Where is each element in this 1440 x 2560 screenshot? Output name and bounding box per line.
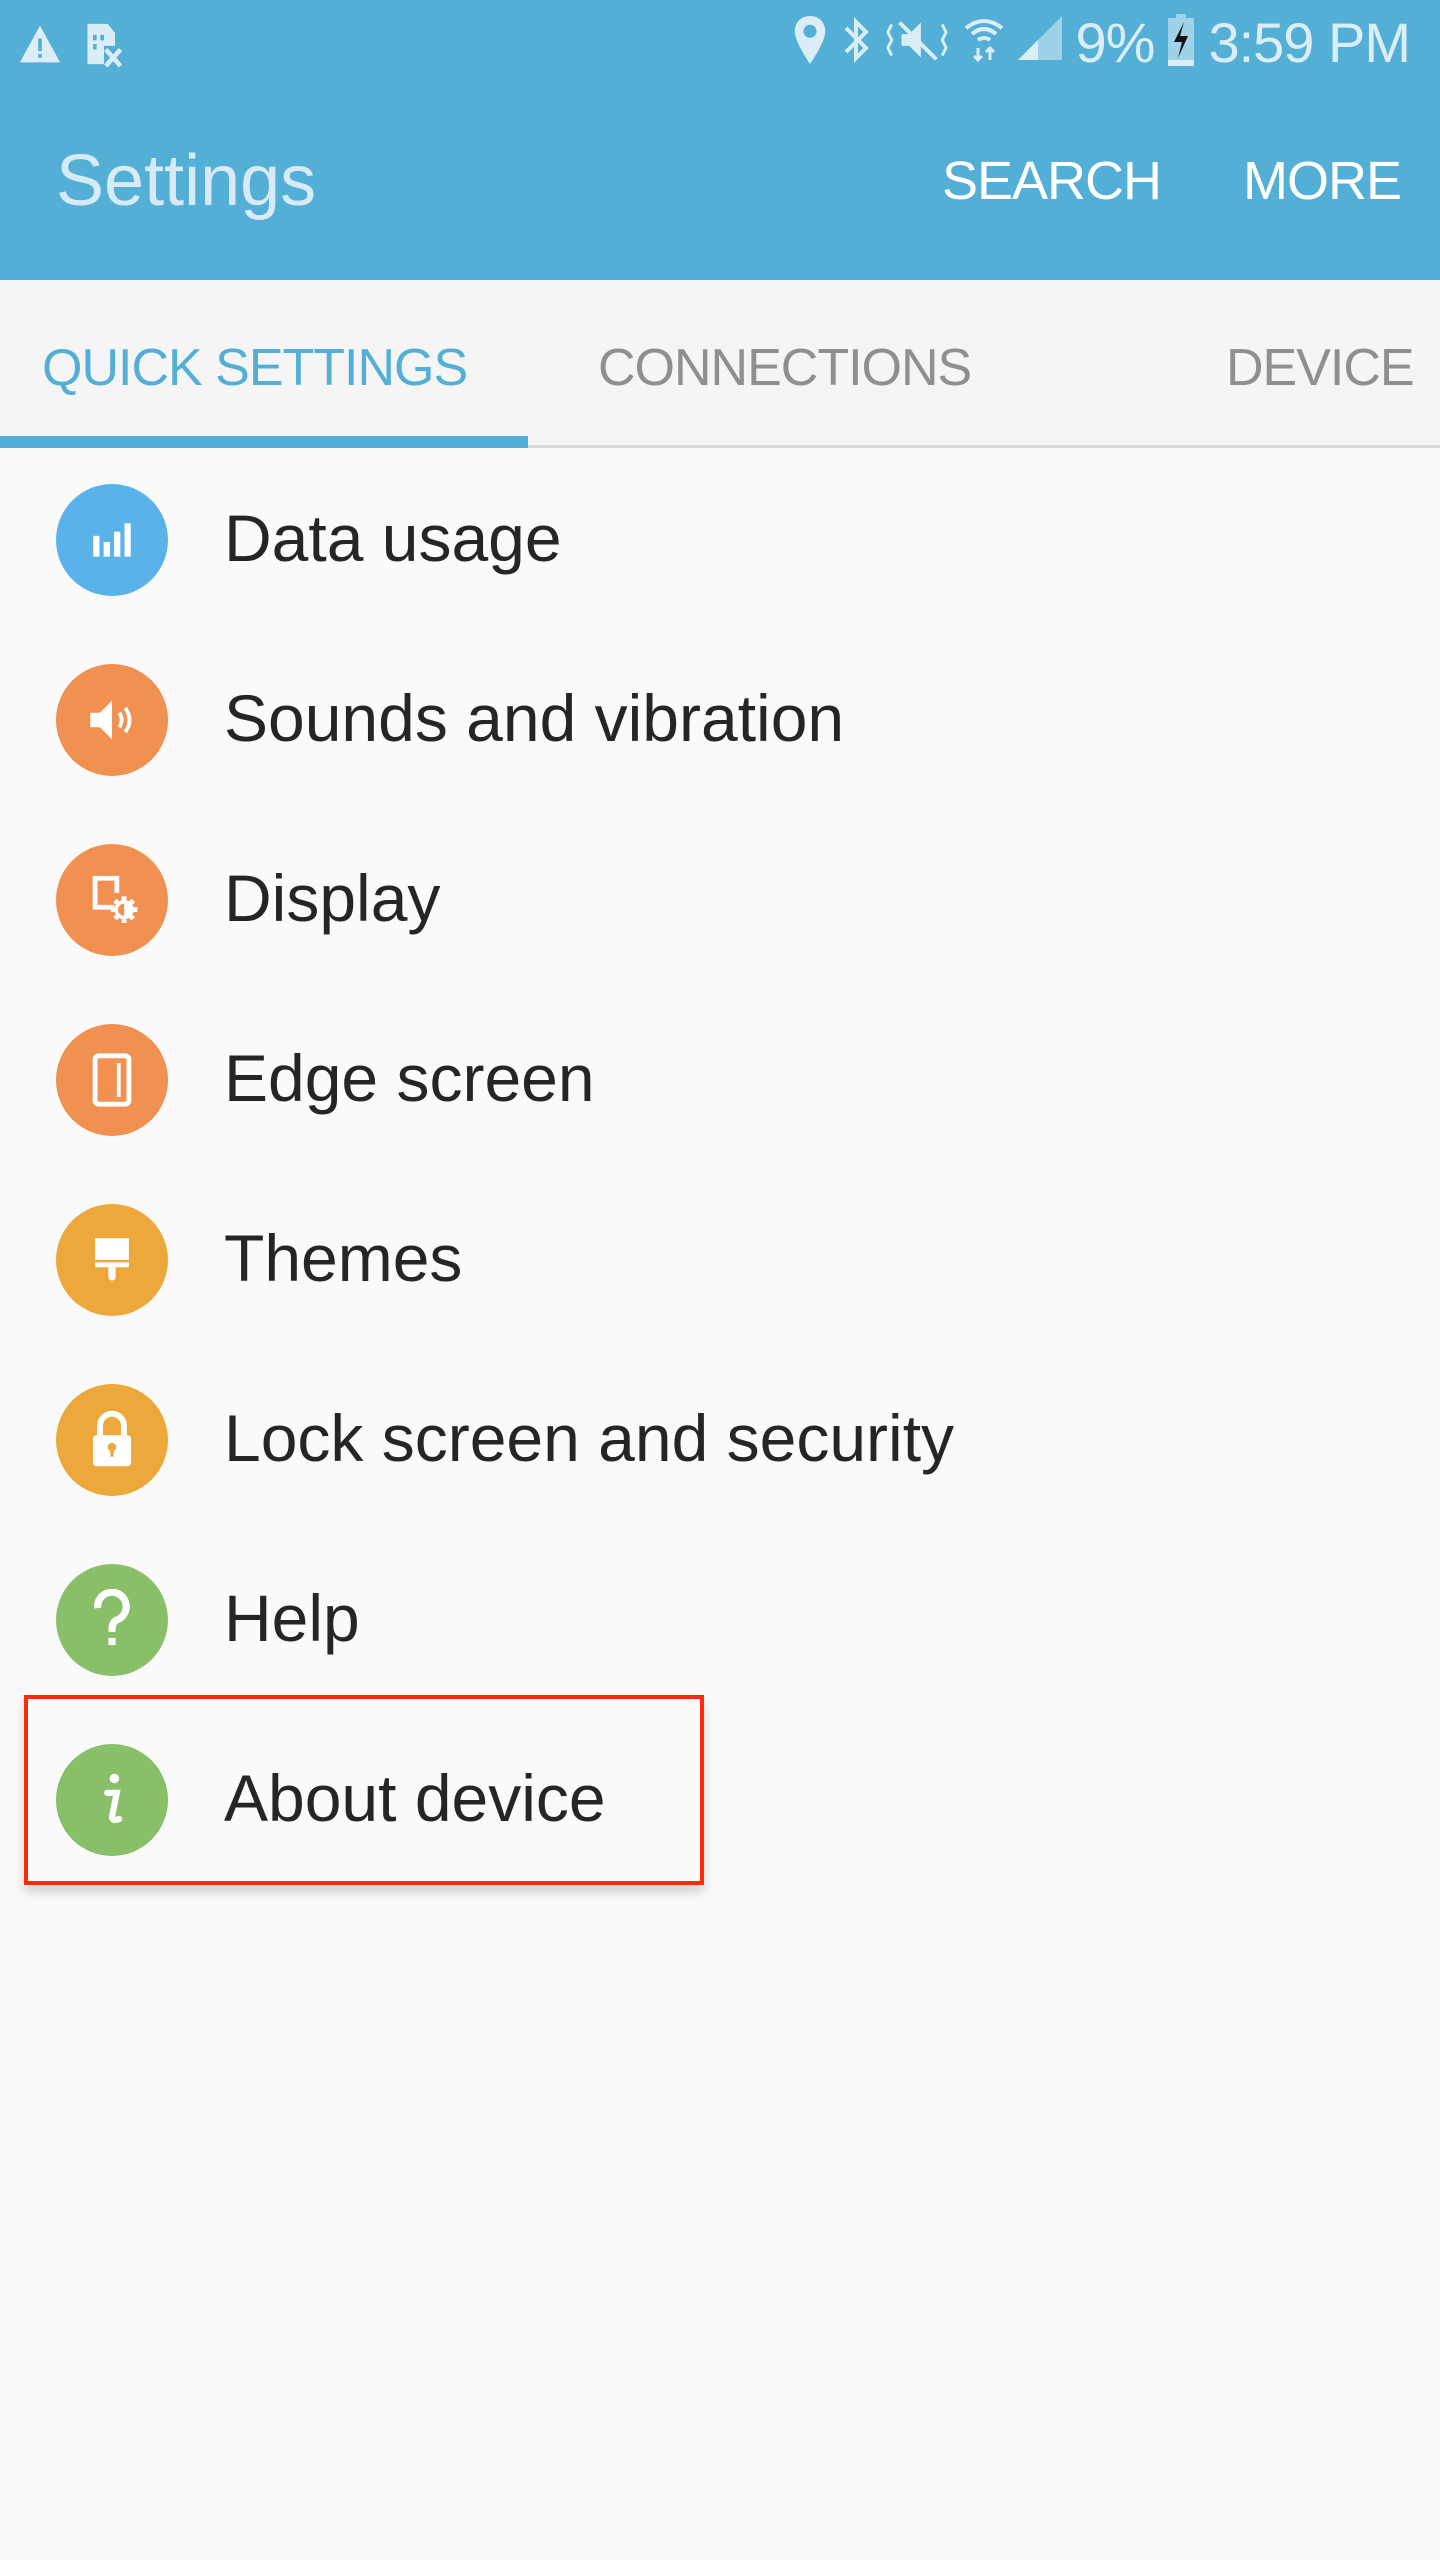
tab-connections[interactable]: CONNECTIONS bbox=[598, 338, 972, 398]
info-icon bbox=[56, 1744, 168, 1856]
settings-item-label: Edge screen bbox=[224, 1041, 595, 1115]
edge-screen-icon bbox=[56, 1024, 168, 1136]
settings-item-label: Help bbox=[224, 1581, 360, 1655]
bluetooth-icon bbox=[842, 16, 870, 69]
settings-item-help[interactable]: Help bbox=[0, 1530, 1440, 1710]
paintbrush-icon bbox=[56, 1204, 168, 1316]
settings-item-label: Display bbox=[224, 861, 441, 935]
settings-item-label: Lock screen and security bbox=[224, 1401, 955, 1475]
battery-charging-icon bbox=[1168, 13, 1195, 71]
mute-vibrate-icon bbox=[884, 16, 950, 69]
clock: 3:59 PM bbox=[1208, 10, 1411, 74]
wifi-icon bbox=[964, 16, 1004, 69]
settings-item-about-device[interactable]: About device bbox=[0, 1710, 1440, 1890]
status-bar: 9% 3:59 PM bbox=[0, 0, 1440, 84]
help-icon bbox=[56, 1564, 168, 1676]
settings-item-label: Sounds and vibration bbox=[224, 681, 845, 755]
battery-percent: 9% bbox=[1075, 10, 1156, 74]
tab-quick-settings[interactable]: QUICK SETTINGS bbox=[42, 338, 468, 398]
more-button[interactable]: MORE bbox=[1243, 150, 1402, 212]
tab-bar: QUICK SETTINGS CONNECTIONS DEVICE bbox=[0, 280, 1440, 448]
display-icon bbox=[56, 844, 168, 956]
settings-item-themes[interactable]: Themes bbox=[0, 1170, 1440, 1350]
lock-icon bbox=[56, 1384, 168, 1496]
settings-item-label: About device bbox=[224, 1761, 606, 1835]
search-button[interactable]: SEARCH bbox=[942, 150, 1162, 212]
settings-item-data-usage[interactable]: Data usage bbox=[0, 450, 1440, 630]
app-bar: Settings SEARCH MORE bbox=[0, 84, 1440, 280]
settings-item-label: Data usage bbox=[224, 501, 562, 575]
page-title: Settings bbox=[56, 141, 317, 221]
settings-item-edge-screen[interactable]: Edge screen bbox=[0, 990, 1440, 1170]
settings-item-display[interactable]: Display bbox=[0, 810, 1440, 990]
signal-icon bbox=[1017, 15, 1062, 69]
data-usage-icon bbox=[56, 484, 168, 596]
settings-item-sounds-and-vibration[interactable]: Sounds and vibration bbox=[0, 630, 1440, 810]
speaker-icon bbox=[56, 664, 168, 776]
tab-device[interactable]: DEVICE bbox=[1226, 338, 1415, 398]
settings-item-label: Themes bbox=[224, 1221, 463, 1295]
alert-icon bbox=[18, 22, 62, 71]
no-sim-icon bbox=[82, 20, 126, 73]
settings-item-lock-screen-and-security[interactable]: Lock screen and security bbox=[0, 1350, 1440, 1530]
active-tab-indicator bbox=[0, 436, 528, 448]
location-icon bbox=[792, 15, 828, 69]
